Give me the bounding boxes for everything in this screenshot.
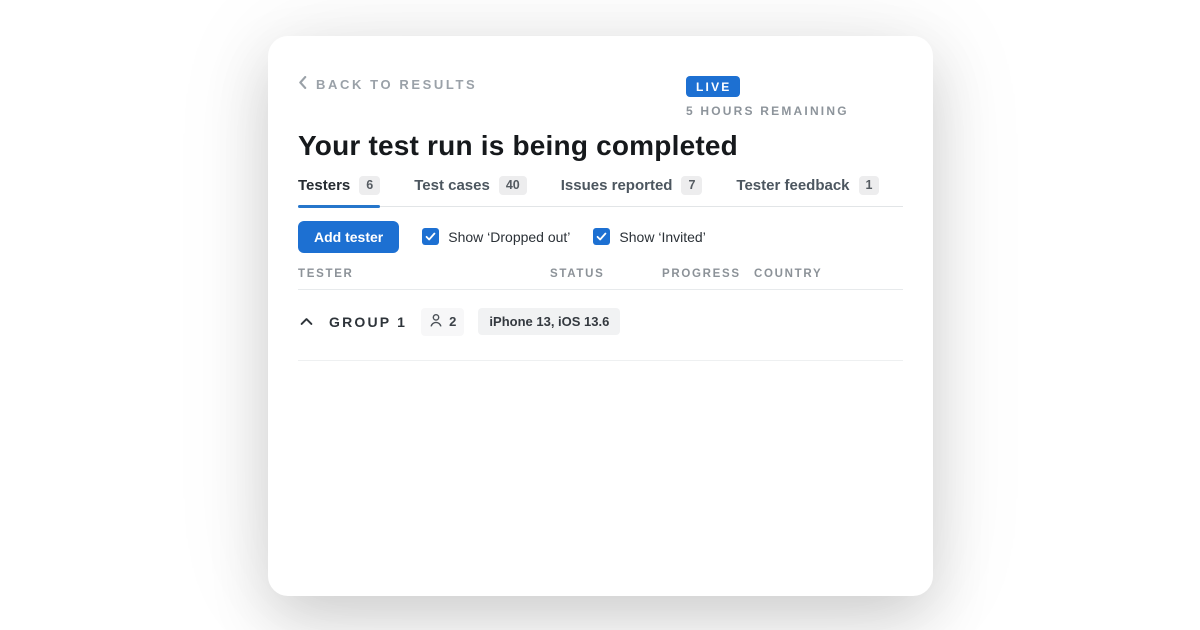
tab-label: Tester feedback [736,177,849,194]
tab-label: Test cases [414,177,490,194]
back-to-results-link[interactable]: BACK TO RESULTS [298,76,477,92]
group-member-count-value: 2 [449,314,456,329]
main-content: Testers 6 Test cases 40 Issues reported … [298,176,903,361]
test-run-card: BACK TO RESULTS LIVE 5 HOURS REMAINING Y… [268,36,933,596]
chevron-left-icon [298,76,307,92]
checkbox-checked-icon [422,228,439,245]
checkbox-label: Show ‘Invited’ [619,229,705,245]
page-title: Your test run is being completed [298,130,738,162]
person-icon [429,313,443,331]
show-invited-checkbox[interactable]: Show ‘Invited’ [593,228,705,245]
column-header-country: COUNTRY [754,268,903,280]
back-link-label: BACK TO RESULTS [316,77,477,92]
group-member-count: 2 [421,308,464,336]
tab-count-badge: 6 [359,176,380,195]
device-chip: iPhone 13, iOS 13.6 [478,308,620,335]
checkbox-checked-icon [593,228,610,245]
tab-count-badge: 7 [681,176,702,195]
chevron-up-icon[interactable] [298,313,315,330]
tab-count-badge: 1 [859,176,880,195]
group-name: GROUP 1 [329,314,407,330]
group-header-row[interactable]: GROUP 1 2 iPhone 13, iOS 13.6 [298,300,903,344]
tab-label: Issues reported [561,177,673,194]
column-header-tester: TESTER [298,268,550,280]
add-tester-button[interactable]: Add tester [298,221,399,253]
live-badge: LIVE [686,76,740,97]
tab-test-cases[interactable]: Test cases 40 [414,176,527,206]
column-header-progress: PROGRESS [662,268,754,280]
toolbar: Add tester Show ‘Dropped out’ Show ‘Invi… [298,221,903,253]
run-status-block: LIVE 5 HOURS REMAINING [686,76,849,118]
checkbox-label: Show ‘Dropped out’ [448,229,570,245]
time-remaining-label: 5 HOURS REMAINING [686,104,849,118]
column-header-status: STATUS [550,268,662,280]
tab-issues-reported[interactable]: Issues reported 7 [561,176,703,206]
tab-tester-feedback[interactable]: Tester feedback 1 [736,176,879,206]
tabs: Testers 6 Test cases 40 Issues reported … [298,176,903,207]
partial-next-row [298,344,903,361]
tab-testers[interactable]: Testers 6 [298,176,380,206]
table-header-row: TESTER STATUS PROGRESS COUNTRY [298,268,903,290]
tab-label: Testers [298,177,350,194]
tab-count-badge: 40 [499,176,527,195]
show-dropped-out-checkbox[interactable]: Show ‘Dropped out’ [422,228,570,245]
